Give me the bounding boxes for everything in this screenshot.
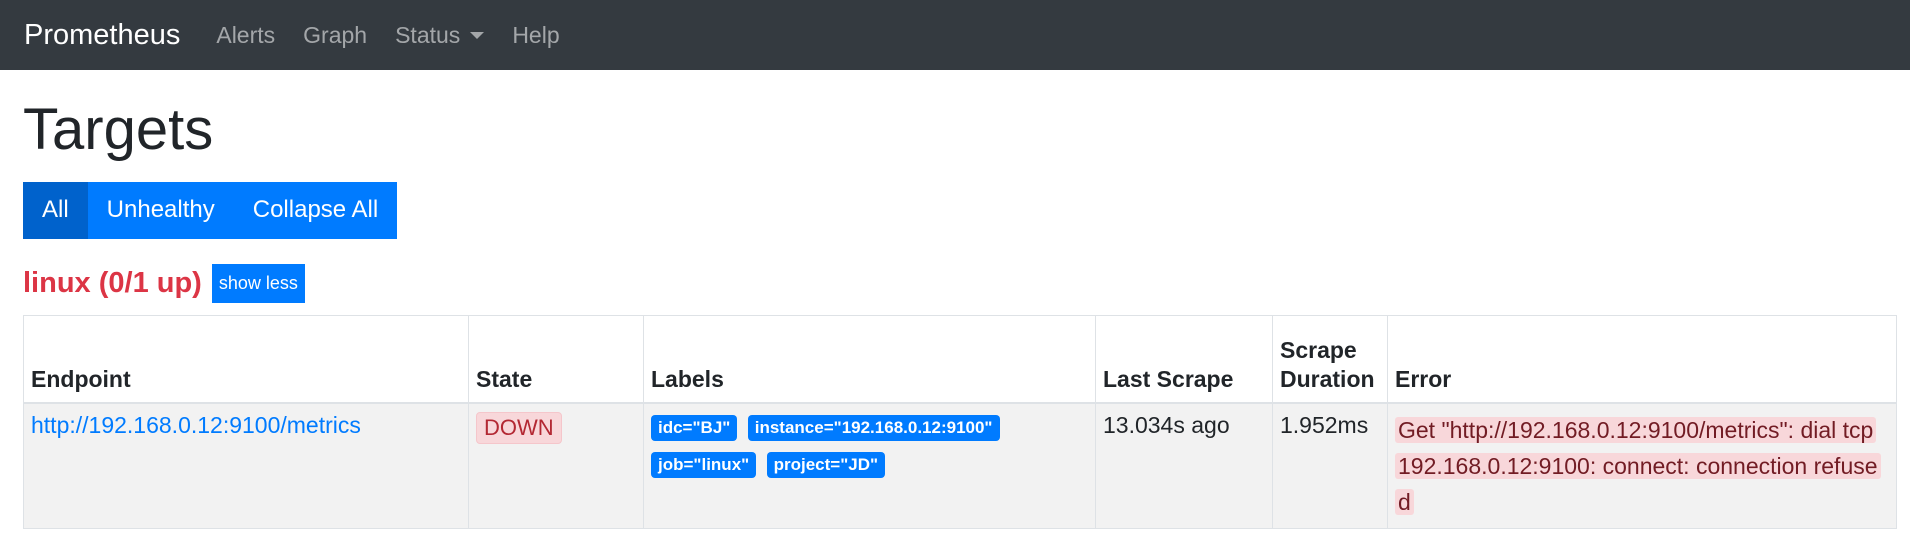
endpoint-cell: http://192.168.0.12:9100/metrics <box>23 402 469 529</box>
nav-graph[interactable]: Graph <box>303 22 367 49</box>
nav-alerts[interactable]: Alerts <box>216 22 275 49</box>
table-header-row: Endpoint State Labels Last Scrape Scrape… <box>23 314 1897 404</box>
header-state: State <box>468 314 644 404</box>
labels-cell: idc="BJ" instance="192.168.0.12:9100" jo… <box>643 402 1096 529</box>
last-scrape-cell: 13.034s ago <box>1095 402 1273 529</box>
brand-logo[interactable]: Prometheus <box>24 19 180 52</box>
error-message: Get "http://192.168.0.12:9100/metrics": … <box>1395 416 1881 515</box>
label-badge: job="linux" <box>651 451 757 478</box>
scrape-duration-cell: 1.952ms <box>1272 402 1388 529</box>
filter-all-button[interactable]: All <box>23 181 88 239</box>
filter-unhealthy-button[interactable]: Unhealthy <box>87 181 234 239</box>
label-badge: instance="192.168.0.12:9100" <box>747 414 1000 441</box>
nav-help[interactable]: Help <box>512 22 559 49</box>
header-error: Error <box>1387 314 1897 404</box>
header-last-scrape: Last Scrape <box>1095 314 1273 404</box>
page-title: Targets <box>23 97 214 162</box>
header-endpoint: Endpoint <box>23 314 469 404</box>
job-title[interactable]: linux (0/1 up) <box>23 267 202 300</box>
status-badge: DOWN <box>476 411 562 444</box>
chevron-down-icon <box>470 31 485 39</box>
header-labels: Labels <box>643 314 1096 404</box>
error-cell: Get "http://192.168.0.12:9100/metrics": … <box>1387 402 1897 529</box>
label-badge: project="JD" <box>766 451 886 478</box>
endpoint-link[interactable]: http://192.168.0.12:9100/metrics <box>31 412 361 438</box>
main-content: Targets All Unhealthy Collapse All linux… <box>0 98 1910 529</box>
show-less-button[interactable]: show less <box>211 263 305 303</box>
top-navbar: Prometheus Alerts Graph Status Help <box>0 0 1910 70</box>
nav-status-label: Status <box>395 21 461 48</box>
collapse-all-button[interactable]: Collapse All <box>233 181 398 239</box>
job-header: linux (0/1 up) show less <box>23 263 1887 303</box>
filter-button-group: All Unhealthy Collapse All <box>23 181 398 239</box>
nav-status-dropdown[interactable]: Status <box>395 21 485 49</box>
table-row: http://192.168.0.12:9100/metrics DOWN id… <box>23 402 1897 529</box>
header-scrape-duration: Scrape Duration <box>1272 314 1388 404</box>
label-badge: idc="BJ" <box>651 414 738 441</box>
state-cell: DOWN <box>468 402 644 529</box>
targets-table: Endpoint State Labels Last Scrape Scrape… <box>23 314 1897 529</box>
